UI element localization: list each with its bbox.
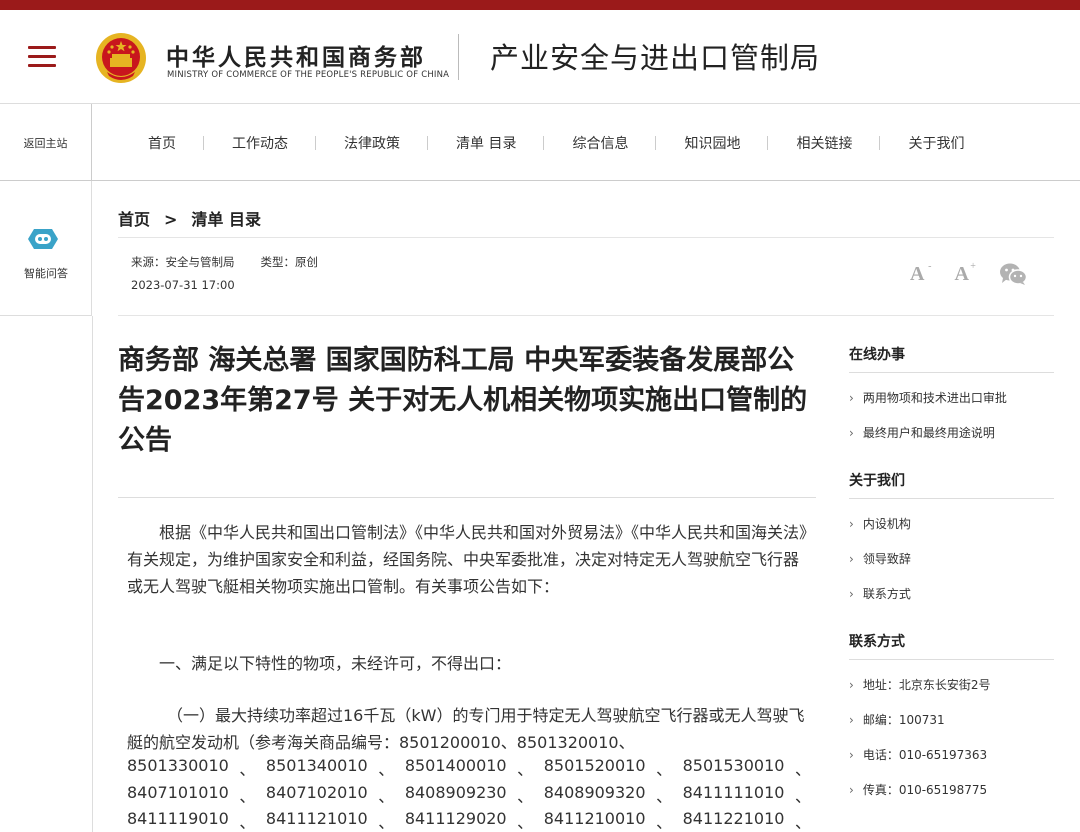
hamburger-menu-icon[interactable] [28,46,56,68]
chevron-right-icon: › [849,391,854,405]
sidebar-link-contact[interactable]: › 联系方式 [849,585,911,602]
nav-item-knowledge[interactable]: 知识园地 [656,133,769,153]
nav-item-about[interactable]: 关于我们 [880,133,992,153]
smart-qa-button[interactable]: 智能问答 [0,181,92,316]
chevron-right-icon: › [849,426,854,440]
sidebar-title-online-services: 在线办事 [849,347,905,363]
article-paragraph-2: 一、满足以下特性的物项，未经许可，不得出口： [159,654,512,673]
sidebar-title-about-us: 关于我们 [849,473,905,489]
chevron-right-icon: › [849,678,854,692]
sidebar-link-departments[interactable]: › 内设机构 [849,515,911,532]
contact-fax: › 传真：010-65198775 [849,783,988,797]
sidebar-link-dual-use-approval[interactable]: › 两用物项和技术进出口审批 [849,389,1007,406]
main-nav: 返回主站 首页 工作动态 法律政策 清单 目录 综合信息 知识园地 相关链接 关… [0,104,1080,181]
contact-address: › 地址：北京东长安街2号 [849,678,991,692]
code-row-3: 8411119010、 8411121010、 8411129020、 8411210… [127,809,811,832]
sidebar-link-end-user-statement[interactable]: › 最终用户和最终用途说明 [849,424,995,441]
nav-item-links[interactable]: 相关链接 [768,133,881,153]
top-accent-bar [0,0,1080,10]
contact-postcode: › 邮编：100731 [849,713,945,727]
header-divider [458,34,459,80]
article-title: 商务部 海关总署 国家国防科工局 中央军委装备发展部公告2023年第27号 关于… [118,345,808,456]
smart-qa-label: 智能问答 [24,267,68,280]
article-source: 来源：安全与管制局 [131,255,235,269]
wechat-icon[interactable] [999,262,1027,286]
robot-chat-icon [28,229,58,249]
sidebar-link-leader-speech[interactable]: › 领导致辞 [849,550,911,567]
sidebar-divider [92,316,93,832]
article-tools: A- A + [910,261,1027,286]
sidebar-title-contact: 联系方式 [849,634,905,650]
nav-item-law-policy[interactable]: 法律政策 [316,133,428,153]
article-type: 类型：原创 [260,255,319,269]
national-emblem-icon[interactable] [95,32,147,84]
chevron-right-icon: › [849,713,854,727]
nav-items: 首页 工作动态 法律政策 清单 目录 综合信息 知识园地 相关链接 关于我们 [120,104,992,181]
contact-phone: › 电话：010-65197363 [849,748,988,762]
nav-item-general-info[interactable]: 综合信息 [544,133,657,153]
article-meta: 来源：安全与管制局 类型：原创 [131,254,318,270]
breadcrumb-home-link[interactable]: 首页 [118,210,150,229]
nav-item-work-news[interactable]: 工作动态 [204,133,316,153]
code-row-1: 8501330010、 8501340010、 8501400010、 8501520… [127,756,811,779]
breadcrumb-current-link[interactable]: 清单 目录 [191,210,261,229]
site-header: 中华人民共和国商务部 MINISTRY OF COMMERCE OF THE P… [0,10,1080,104]
sidebar-divider [849,659,1054,660]
bureau-title: 产业安全与进出口管制局 [490,41,821,75]
breadcrumb-divider [118,237,1054,238]
article-paragraph-3: （一）最大持续功率超过16千瓦（kW）的专门用于特定无人驾驶航空飞行器或无人驾驶… [127,706,805,752]
meta-divider [118,315,1054,316]
font-increase-button[interactable]: A + [954,261,975,286]
chevron-right-icon: › [849,552,854,566]
ministry-name-cn: 中华人民共和国商务部 [166,45,426,71]
sidebar-divider [849,372,1054,373]
breadcrumb-separator: > [164,210,178,229]
font-decrease-button[interactable]: A- [910,261,931,286]
article-date: 2023-07-31 17:00 [131,278,235,292]
sidebar-divider [849,498,1054,499]
ministry-name-en: MINISTRY OF COMMERCE OF THE PEOPLE'S REP… [167,70,450,80]
nav-item-lists[interactable]: 清单 目录 [428,133,545,153]
chevron-right-icon: › [849,587,854,601]
title-divider [118,497,816,498]
code-row-2: 8407101010、 8407102010、 8408909230、 8408909… [127,783,811,806]
nav-item-home[interactable]: 首页 [120,133,204,153]
article-paragraph-1: 根据《中华人民共和国出口管制法》《中华人民共和国对外贸易法》《中华人民共和国海关… [127,523,808,596]
back-to-main-site-link[interactable]: 返回主站 [0,104,92,181]
chevron-right-icon: › [849,783,854,797]
chevron-right-icon: › [849,517,854,531]
chevron-right-icon: › [849,748,854,762]
breadcrumb: 首页 > 清单 目录 [118,206,261,230]
